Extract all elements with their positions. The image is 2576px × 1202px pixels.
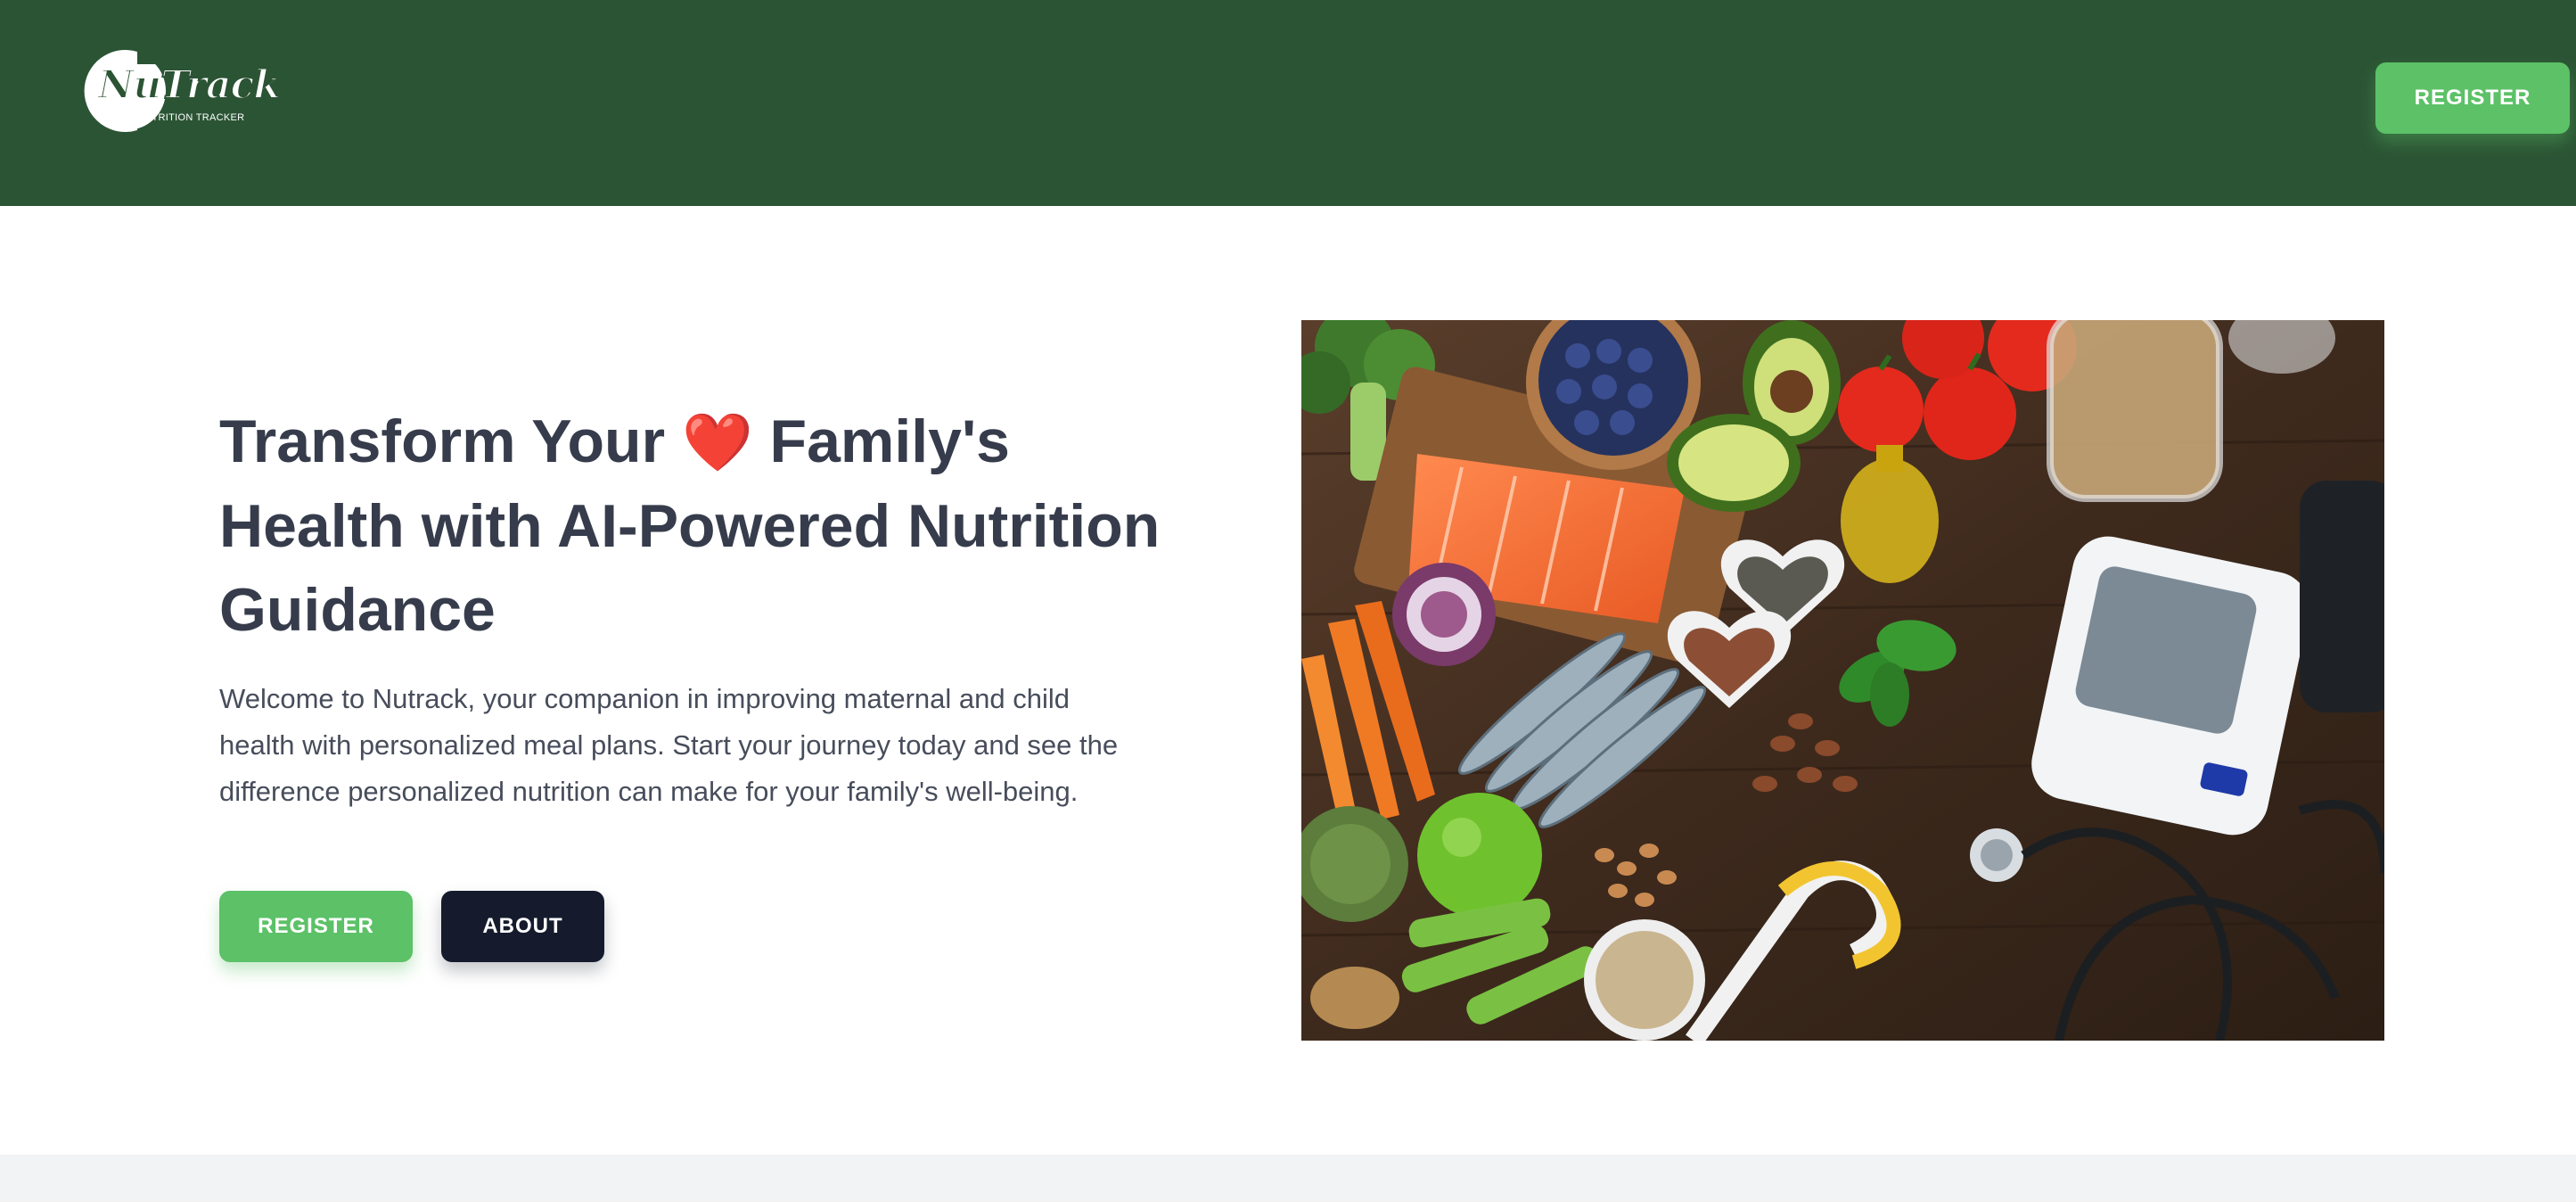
logo-wordmark: NuTrack <box>97 62 282 108</box>
hero-description: Welcome to Nutrack, your companion in im… <box>219 683 1119 807</box>
top-navbar: NuTrack NUTRITION TRACKER REGISTER <box>0 0 2576 206</box>
nutrack-logo[interactable]: NuTrack NUTRITION TRACKER <box>82 48 287 137</box>
hero-food-image <box>1301 320 2384 1041</box>
hero-title-part1: Transform Your <box>219 408 666 475</box>
logo-tagline: NUTRITION TRACKER <box>137 112 245 123</box>
healthy-food-illustration-icon <box>1301 320 2384 1041</box>
heart-icon: ❤️ <box>681 410 753 474</box>
hero-register-button[interactable]: REGISTER <box>219 891 413 962</box>
hero-title: Transform Your ❤️ Family's Health with A… <box>219 399 1200 652</box>
hero-about-button[interactable]: ABOUT <box>441 891 604 962</box>
header-register-button[interactable]: REGISTER <box>2375 62 2570 134</box>
next-section-background <box>0 1155 2576 1202</box>
